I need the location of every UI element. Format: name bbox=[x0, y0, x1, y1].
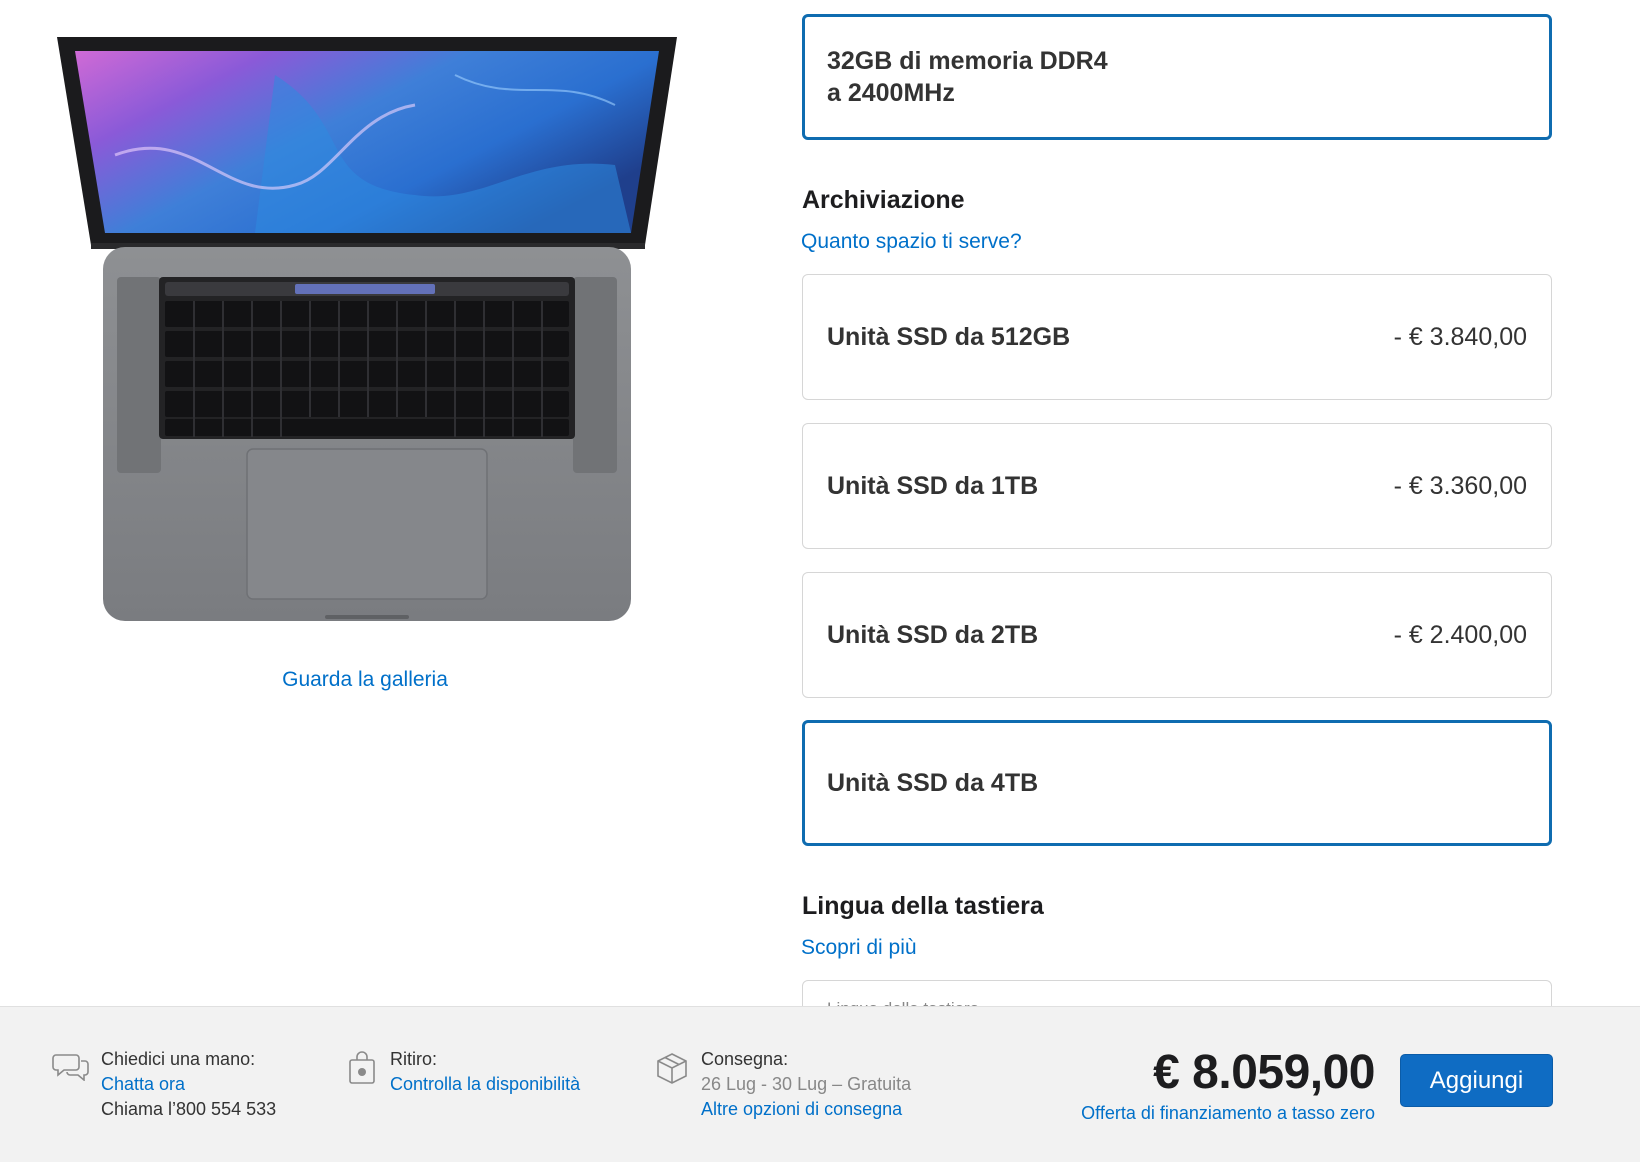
storage-option-price: - € 3.840,00 bbox=[1393, 322, 1527, 351]
shopping-bag-icon bbox=[348, 1051, 376, 1090]
help-title: Chiedici una mano: bbox=[101, 1049, 256, 1069]
product-image bbox=[55, 35, 680, 625]
delivery-title: Consegna: bbox=[701, 1049, 789, 1069]
box-icon bbox=[655, 1051, 689, 1090]
memory-option-label: 32GB di memoria DDR4 a 2400MHz bbox=[827, 45, 1108, 109]
memory-option-line1: 32GB di memoria DDR4 bbox=[827, 47, 1108, 75]
storage-option-1tb[interactable]: Unità SSD da 1TB - € 3.360,00 bbox=[802, 423, 1552, 549]
storage-option-label: Unità SSD da 512GB bbox=[827, 323, 1071, 351]
chat-now-link[interactable]: Chatta ora bbox=[101, 1072, 276, 1097]
storage-option-512gb[interactable]: Unità SSD da 512GB - € 3.840,00 bbox=[802, 274, 1552, 400]
memory-option-line2: a 2400MHz bbox=[827, 79, 955, 107]
memory-option-selected[interactable]: 32GB di memoria DDR4 a 2400MHz bbox=[802, 14, 1552, 140]
pickup-block: Ritiro: Controlla la disponibilità bbox=[390, 1047, 580, 1097]
storage-option-4tb[interactable]: Unità SSD da 4TB bbox=[802, 720, 1552, 846]
storage-option-2tb[interactable]: Unità SSD da 2TB - € 2.400,00 bbox=[802, 572, 1552, 698]
storage-help-link[interactable]: Quanto spazio ti serve? bbox=[801, 230, 1022, 254]
phone-text: Chiama l’800 554 533 bbox=[101, 1099, 277, 1119]
delivery-options-link[interactable]: Altre opzioni di consegna bbox=[701, 1097, 911, 1122]
summary-bar: Chiedici una mano: Chatta ora Chiama l’8… bbox=[0, 1006, 1640, 1162]
storage-title: Archiviazione bbox=[802, 186, 965, 214]
storage-option-price: - € 2.400,00 bbox=[1393, 620, 1527, 649]
storage-option-label: Unità SSD da 2TB bbox=[827, 621, 1039, 649]
delivery-dates: 26 Lug - 30 Lug – Gratuita bbox=[701, 1074, 912, 1094]
add-to-bag-button[interactable]: Aggiungi bbox=[1400, 1054, 1553, 1107]
keyboard-language-link[interactable]: Scopri di più bbox=[801, 936, 917, 960]
total-price: € 8.059,00 bbox=[1153, 1046, 1375, 1099]
keyboard-language-title: Lingua della tastiera bbox=[802, 892, 1044, 920]
chat-bubbles-icon bbox=[52, 1051, 90, 1086]
help-block: Chiedici una mano: Chatta ora Chiama l’8… bbox=[101, 1047, 276, 1122]
storage-option-label: Unità SSD da 4TB bbox=[827, 769, 1039, 797]
pickup-title: Ritiro: bbox=[390, 1049, 438, 1069]
delivery-block: Consegna: 26 Lug - 30 Lug – Gratuita Alt… bbox=[701, 1047, 911, 1122]
storage-option-price: - € 3.360,00 bbox=[1393, 471, 1527, 500]
check-availability-link[interactable]: Controlla la disponibilità bbox=[390, 1072, 580, 1097]
storage-option-label: Unità SSD da 1TB bbox=[827, 472, 1039, 500]
gallery-link[interactable]: Guarda la galleria bbox=[200, 668, 530, 692]
financing-link[interactable]: Offerta di finanziamento a tasso zero bbox=[1081, 1103, 1375, 1124]
